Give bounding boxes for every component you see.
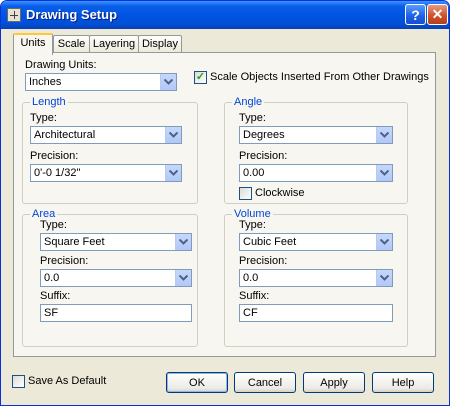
length-group-title: Length [30, 96, 68, 108]
drawing-units-label: Drawing Units: [25, 59, 97, 71]
area-suffix-input[interactable]: SF [40, 304, 192, 322]
area-type-select[interactable]: Square Feet [40, 233, 192, 251]
drawing-setup-dialog: Drawing Setup ? ✕ Units Scale Layering D… [0, 0, 450, 406]
drawing-units-select[interactable]: Inches [25, 73, 177, 91]
angle-group: Angle Type: Degrees Precision: 0.00 Cloc… [224, 96, 408, 204]
volume-precision-select[interactable]: 0.0 [239, 269, 393, 287]
volume-precision-value: 0.0 [243, 272, 259, 284]
chevron-down-icon[interactable] [175, 234, 191, 250]
length-type-value: Architectural [34, 129, 96, 141]
volume-type-value: Cubic Feet [243, 236, 297, 248]
length-group: Length Type: Architectural Precision: 0'… [22, 96, 198, 204]
length-type-select[interactable]: Architectural [30, 126, 182, 144]
volume-precision-label: Precision: [239, 255, 288, 267]
length-precision-label: Precision: [30, 150, 79, 162]
clockwise-checkbox[interactable] [239, 187, 252, 200]
tab-layering[interactable]: Layering [89, 35, 139, 53]
length-precision-select[interactable]: 0'-0 1/32" [30, 164, 182, 182]
volume-group: Volume Type: Cubic Feet Precision: 0.0 S… [224, 208, 408, 347]
help-title-button[interactable]: ? [405, 4, 426, 25]
chevron-down-icon[interactable] [175, 270, 191, 286]
chevron-down-icon[interactable] [165, 165, 181, 181]
angle-type-select[interactable]: Degrees [239, 126, 393, 144]
angle-type-label: Type: [239, 112, 266, 124]
area-precision-select[interactable]: 0.0 [40, 269, 192, 287]
volume-type-label: Type: [239, 219, 266, 231]
scale-objects-label: Scale Objects Inserted From Other Drawin… [210, 71, 429, 83]
area-type-label: Type: [40, 219, 67, 231]
length-type-label: Type: [30, 112, 57, 124]
app-icon [7, 8, 21, 22]
close-button[interactable]: ✕ [427, 4, 448, 25]
window-title: Drawing Setup [26, 7, 118, 22]
area-precision-label: Precision: [40, 255, 89, 267]
angle-precision-select[interactable]: 0.00 [239, 164, 393, 182]
save-as-default-checkbox[interactable] [12, 375, 25, 388]
chevron-down-icon[interactable] [376, 165, 392, 181]
chevron-down-icon[interactable] [160, 74, 176, 90]
tab-units[interactable]: Units [13, 33, 53, 55]
angle-precision-label: Precision: [239, 150, 288, 162]
title-bar[interactable]: Drawing Setup ? ✕ [1, 1, 449, 29]
length-precision-value: 0'-0 1/32" [34, 167, 81, 179]
tab-display[interactable]: Display [138, 35, 182, 53]
volume-type-select[interactable]: Cubic Feet [239, 233, 393, 251]
volume-suffix-label: Suffix: [239, 290, 270, 302]
angle-group-title: Angle [232, 96, 265, 108]
tab-scale[interactable]: Scale [53, 35, 90, 53]
apply-button[interactable]: Apply [303, 372, 365, 393]
drawing-units-value: Inches [29, 76, 62, 88]
save-as-default-label: Save As Default [28, 375, 107, 387]
ok-button[interactable]: OK [166, 372, 228, 393]
units-panel: Drawing Units: Inches ✓ Scale Objects In… [13, 52, 436, 357]
area-group: Area Type: Square Feet Precision: 0.0 Su… [22, 208, 198, 347]
chevron-down-icon[interactable] [376, 234, 392, 250]
chevron-down-icon[interactable] [376, 127, 392, 143]
angle-precision-value: 0.00 [243, 167, 265, 179]
area-type-value: Square Feet [44, 236, 105, 248]
volume-suffix-input[interactable]: CF [239, 304, 393, 322]
angle-type-value: Degrees [243, 129, 285, 141]
scale-objects-checkbox[interactable]: ✓ [194, 71, 207, 84]
cancel-button[interactable]: Cancel [234, 372, 296, 393]
chevron-down-icon[interactable] [165, 127, 181, 143]
help-button[interactable]: Help [372, 372, 434, 393]
chevron-down-icon[interactable] [376, 270, 392, 286]
area-suffix-label: Suffix: [40, 290, 71, 302]
clockwise-label: Clockwise [255, 187, 305, 199]
area-precision-value: 0.0 [44, 272, 60, 284]
